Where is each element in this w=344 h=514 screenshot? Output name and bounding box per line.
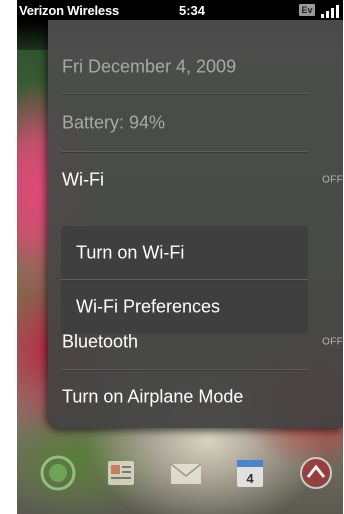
- email-icon[interactable]: [167, 454, 205, 492]
- turn-on-wifi-label: Turn on Wi-Fi: [76, 242, 185, 263]
- phone-icon[interactable]: [39, 454, 77, 492]
- calendar-icon[interactable]: 4: [231, 454, 269, 492]
- bluetooth-label: Bluetooth: [62, 331, 139, 352]
- airplane-mode-label: Turn on Airplane Mode: [62, 386, 244, 407]
- battery-label: Battery: 94%: [62, 112, 166, 133]
- airplane-mode-row[interactable]: Turn on Airplane Mode: [48, 370, 343, 424]
- calendar-day: 4: [246, 471, 254, 486]
- status-bar[interactable]: Verizon Wireless 5:34 Ev: [17, 0, 343, 20]
- battery-row: Battery: 94%: [48, 96, 343, 150]
- contacts-icon[interactable]: [103, 454, 141, 492]
- wifi-status: OFF: [322, 174, 343, 186]
- wifi-label: Wi-Fi: [62, 169, 104, 190]
- launcher-icon[interactable]: [297, 454, 335, 492]
- wifi-row[interactable]: Wi-Fi OFF: [48, 153, 343, 207]
- network-type-badge: Ev: [299, 4, 315, 16]
- divider: [61, 93, 308, 95]
- phone-screen: Verizon Wireless 5:34 Ev Fri December 4,…: [17, 0, 343, 514]
- carrier-name: Verizon Wireless: [19, 3, 120, 18]
- app-dock: 4: [17, 448, 343, 504]
- bluetooth-row[interactable]: Bluetooth OFF: [48, 315, 343, 369]
- bluetooth-status: OFF: [322, 336, 343, 348]
- turn-on-wifi-item[interactable]: Turn on Wi-Fi: [61, 226, 308, 280]
- device-menu: Fri December 4, 2009 Battery: 94% Wi-Fi …: [48, 20, 343, 428]
- date-row: Fri December 4, 2009: [48, 40, 343, 94]
- date-label: Fri December 4, 2009: [62, 56, 237, 77]
- signal-bars-icon: [319, 3, 341, 18]
- clock: 5:34: [179, 3, 206, 18]
